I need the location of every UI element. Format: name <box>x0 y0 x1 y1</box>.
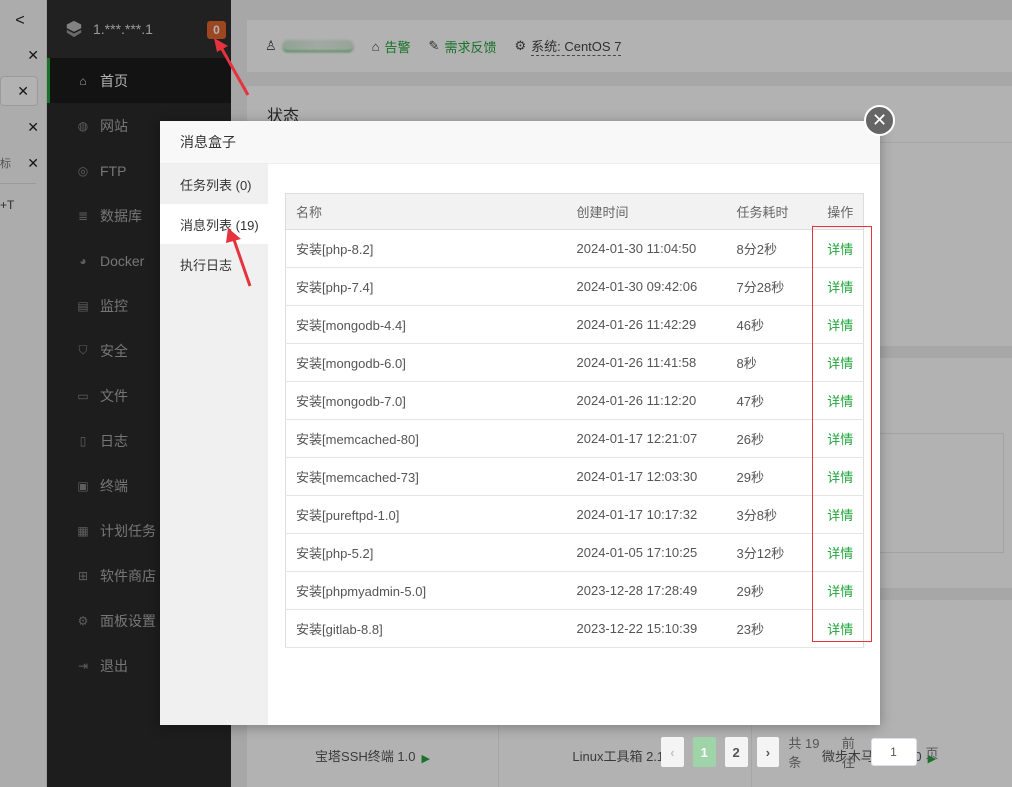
row-name: 安装[php-5.2] <box>285 533 567 572</box>
row-time: 2024-01-30 09:42:06 <box>566 267 727 306</box>
close-dialog-icon[interactable]: ✕ <box>864 105 895 136</box>
row-time: 2024-01-17 12:03:30 <box>566 457 727 496</box>
next-page-button[interactable]: › <box>756 737 780 767</box>
row-time: 2024-01-17 12:21:07 <box>566 419 727 458</box>
row-duration: 26秒 <box>726 419 822 458</box>
column-header-name: 名称 <box>285 193 567 230</box>
row-duration: 29秒 <box>726 571 822 610</box>
column-header-action: 操作 <box>821 193 864 230</box>
row-name: 安装[gitlab-8.8] <box>285 609 567 648</box>
goto-page-input[interactable] <box>870 738 917 766</box>
table-row: 安装[mongodb-7.0] 2024-01-26 11:12:20 47秒 详情 <box>285 381 864 420</box>
prev-page-button[interactable]: ‹ <box>661 737 684 767</box>
table-row: 安装[mongodb-6.0] 2024-01-26 11:41:58 8秒 详情 <box>285 343 864 382</box>
row-duration: 8秒 <box>726 343 822 382</box>
table-row: 安装[php-7.4] 2024-01-30 09:42:06 7分28秒 详情 <box>285 267 864 306</box>
row-name: 安装[pureftpd-1.0] <box>285 495 567 534</box>
table-row: 安装[memcached-80] 2024-01-17 12:21:07 26秒 详情 <box>285 419 864 458</box>
column-header-duration: 任务耗时 <box>726 193 822 230</box>
row-duration: 3分8秒 <box>726 495 822 534</box>
row-name: 安装[mongodb-6.0] <box>285 343 567 382</box>
table-row: 安装[memcached-73] 2024-01-17 12:03:30 29秒 详情 <box>285 457 864 496</box>
row-duration: 47秒 <box>726 381 822 420</box>
row-time: 2024-01-26 11:12:20 <box>566 381 727 420</box>
row-duration: 8分2秒 <box>726 229 822 268</box>
row-name: 安装[php-8.2] <box>285 229 567 268</box>
row-time: 2023-12-22 15:10:39 <box>566 609 727 648</box>
page-unit-label: 页 <box>925 745 939 761</box>
page-1-button[interactable]: 1 <box>692 737 716 767</box>
row-time: 2024-01-17 10:17:32 <box>566 495 727 534</box>
row-name: 安装[memcached-80] <box>285 419 567 458</box>
row-duration: 7分28秒 <box>726 267 822 306</box>
message-list-content: 名称 创建时间 任务耗时 操作 安装[php-8.2] 2024-01-30 11… <box>285 193 939 770</box>
goto-label: 前往 <box>841 736 855 770</box>
row-name: 安装[mongodb-4.4] <box>285 305 567 344</box>
row-time: 2024-01-05 17:10:25 <box>566 533 727 572</box>
table-row: 安装[pureftpd-1.0] 2024-01-17 10:17:32 3分8秒详… <box>285 495 864 534</box>
table-row: 安装[phpmyadmin-5.0] 2023-12-28 17:28:49 29秒… <box>285 571 864 610</box>
row-name: 安装[memcached-73] <box>285 457 567 496</box>
message-table: 名称 创建时间 任务耗时 操作 安装[php-8.2] 2024-01-30 11… <box>285 193 864 648</box>
row-duration: 23秒 <box>726 609 822 648</box>
row-name: 安装[php-7.4] <box>285 267 567 306</box>
table-row: 安装[php-5.2] 2024-01-05 17:10:25 3分12秒 详情 <box>285 533 864 572</box>
column-header-time: 创建时间 <box>566 193 727 230</box>
table-row: 安装[php-8.2] 2024-01-30 11:04:50 8分2秒 详情 <box>285 229 864 268</box>
row-name: 安装[mongodb-7.0] <box>285 381 567 420</box>
annotation-highlight-box <box>812 226 872 642</box>
annotation-arrow-icon <box>226 228 252 287</box>
row-name: 安装[phpmyadmin-5.0] <box>285 571 567 610</box>
row-duration: 29秒 <box>726 457 822 496</box>
table-row: 安装[gitlab-8.8] 2023-12-22 15:10:39 23秒 详情 <box>285 609 864 648</box>
row-duration: 46秒 <box>726 305 822 344</box>
annotation-arrow-icon <box>214 38 250 96</box>
row-time: 2024-01-26 11:41:58 <box>566 343 727 382</box>
table-header-row: 名称 创建时间 任务耗时 操作 <box>285 193 864 230</box>
pagination: ‹ 1 2 › 共 19 条 前往 页 <box>661 733 939 771</box>
row-time: 2023-12-28 17:28:49 <box>566 571 727 610</box>
page-2-button[interactable]: 2 <box>724 737 748 767</box>
tab-task-list[interactable]: 任务列表 (0) <box>160 164 268 204</box>
message-box-dialog: 消息盒子 任务列表 (0) 消息列表 (19) 执行日志 名称 创建时间 任务耗… <box>160 121 939 770</box>
total-count: 共 19 条 <box>788 736 820 770</box>
row-time: 2024-01-26 11:42:29 <box>566 305 727 344</box>
table-row: 安装[mongodb-4.4] 2024-01-26 11:42:29 46秒 详情 <box>285 305 864 344</box>
row-time: 2024-01-30 11:04:50 <box>566 229 727 268</box>
row-duration: 3分12秒 <box>726 533 822 572</box>
dialog-title: 消息盒子 <box>160 121 880 164</box>
